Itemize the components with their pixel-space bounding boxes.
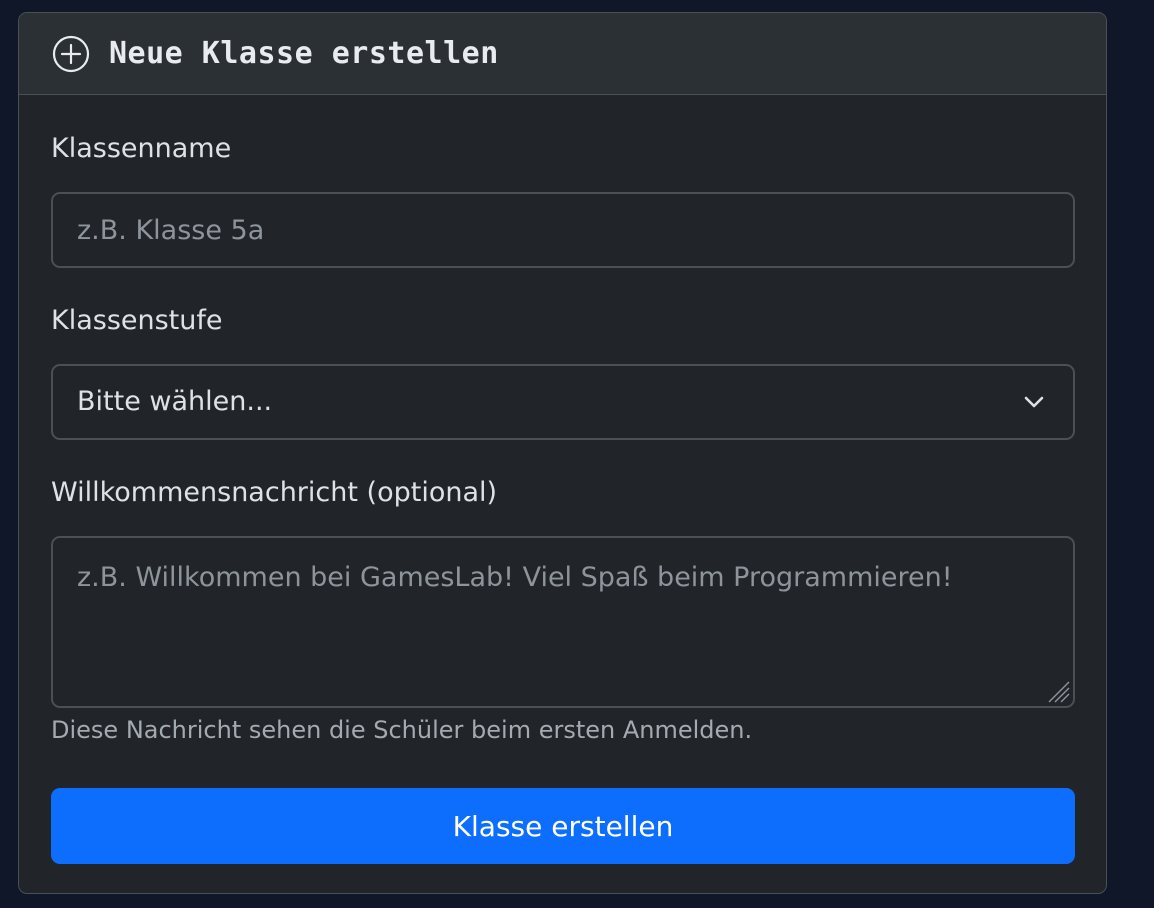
create-class-button[interactable]: Klasse erstellen bbox=[51, 788, 1075, 864]
welcome-message-help-text: Diese Nachricht sehen die Schüler beim e… bbox=[51, 716, 753, 744]
card-header: Neue Klasse erstellen bbox=[19, 13, 1106, 95]
grade-label: Klassenstufe bbox=[51, 305, 223, 336]
welcome-message-textarea[interactable] bbox=[51, 536, 1075, 708]
grade-select-value: Bitte wählen... bbox=[77, 386, 273, 417]
chevron-down-icon bbox=[1024, 396, 1044, 408]
resize-grip-icon[interactable] bbox=[1045, 678, 1071, 704]
grade-select[interactable]: Bitte wählen... bbox=[51, 364, 1075, 440]
plus-circle-icon bbox=[52, 35, 90, 73]
class-name-input[interactable] bbox=[51, 192, 1075, 268]
card-title: Neue Klasse erstellen bbox=[109, 36, 499, 71]
create-class-card: Neue Klasse erstellen Klassenname Klasse… bbox=[18, 12, 1107, 894]
class-name-label: Klassenname bbox=[51, 133, 232, 164]
welcome-message-label: Willkommensnachricht (optional) bbox=[51, 477, 498, 508]
